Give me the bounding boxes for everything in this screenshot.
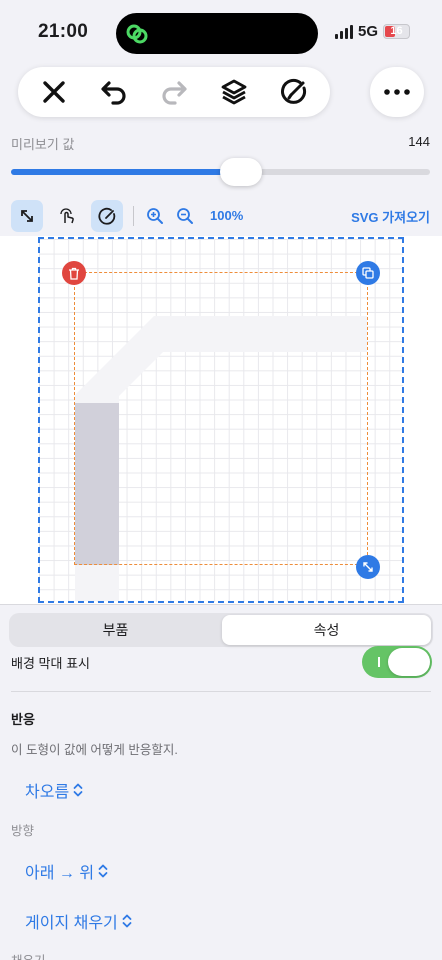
direction-picker-value: 아래 → 위 (25, 865, 95, 882)
canvas-toolbar: 100% (11, 199, 243, 232)
properties-panel: 부품 속성 배경 막대 표시 반응 이 도형이 값에 어떻게 반응할지. 차오름… (0, 604, 442, 960)
section-divider (11, 691, 431, 692)
panel-tab-control: 부품 속성 (9, 613, 433, 647)
status-time: 21:00 (38, 21, 89, 42)
zoom-out-icon (177, 207, 193, 224)
preview-slider[interactable] (11, 158, 430, 186)
zoom-in-icon (147, 207, 163, 224)
redo-icon (162, 81, 187, 105)
reaction-description: 이 도형이 값에 어떻게 반응할지. (11, 743, 178, 757)
undo-icon (101, 81, 126, 105)
slider-thumb[interactable] (220, 158, 263, 186)
reaction-title: 반응 (11, 712, 35, 727)
direction-picker[interactable]: 아래 → 위 (25, 859, 108, 883)
fill-mode-picker[interactable]: 게이지 채우기 (25, 909, 132, 933)
canvas-selection-frame (38, 237, 404, 603)
background-bar-label: 배경 막대 표시 (11, 656, 90, 671)
reaction-picker-value: 차오름 (25, 784, 70, 801)
design-canvas[interactable] (0, 236, 442, 604)
network-type: 5G (357, 23, 378, 40)
tab-parts[interactable]: 부품 (11, 615, 220, 645)
zoom-in-button[interactable] (144, 200, 166, 232)
tab-properties[interactable]: 속성 (222, 615, 431, 645)
background-bar-toggle[interactable] (362, 646, 432, 678)
reaction-picker[interactable]: 차오름 (25, 778, 83, 802)
duplicate-shape-button[interactable] (356, 261, 380, 285)
chevron-updown-icon (122, 914, 132, 928)
status-bar: 21:00 5G 16 (0, 0, 442, 62)
toolbar-divider (133, 205, 134, 226)
chevron-updown-icon (98, 864, 108, 878)
resize-tool-button[interactable] (11, 199, 43, 232)
pointer-icon (60, 207, 74, 223)
import-svg-button[interactable]: SVG 가져오기 (351, 207, 430, 226)
more-icon (384, 89, 410, 95)
direction-label: 방향 (11, 824, 35, 838)
fill-label: 채우기 (11, 950, 46, 960)
battery-level: 16 (390, 25, 403, 37)
editor-toolbar (18, 67, 330, 117)
zoom-out-button[interactable] (174, 200, 196, 232)
delete-shape-button[interactable] (62, 261, 86, 285)
pointer-tool-button[interactable] (51, 200, 83, 232)
edit-gauge-button[interactable] (272, 70, 316, 114)
chevron-updown-icon (73, 783, 83, 797)
toggle-knob (388, 648, 430, 676)
close-button[interactable] (32, 70, 76, 114)
dynamic-island (116, 13, 318, 54)
edit-gauge-icon (281, 78, 307, 104)
redo-button[interactable] (152, 70, 196, 114)
resize-shape-handle[interactable] (356, 555, 380, 579)
layers-button[interactable] (212, 70, 256, 114)
gauge-tool-button[interactable] (91, 199, 123, 232)
trash-icon (69, 267, 79, 280)
layers-icon (221, 79, 247, 105)
signal-icon (334, 24, 353, 39)
fill-mode-picker-value: 게이지 채우기 (25, 915, 118, 932)
undo-button[interactable] (92, 70, 136, 114)
preview-label: 미리보기 값 (11, 137, 75, 152)
gauge-icon (98, 207, 116, 225)
battery-icon: 16 (383, 24, 410, 39)
preview-value: 144 (408, 134, 430, 149)
more-button[interactable] (370, 67, 424, 117)
resize-arrows-icon (363, 562, 373, 572)
zoom-level[interactable]: 100% (210, 208, 243, 223)
close-icon (43, 81, 65, 103)
link-activity-icon (122, 19, 152, 49)
duplicate-icon (362, 267, 374, 279)
status-indicators: 5G 16 (334, 23, 410, 40)
resize-icon (21, 209, 33, 222)
slider-fill (11, 169, 242, 175)
